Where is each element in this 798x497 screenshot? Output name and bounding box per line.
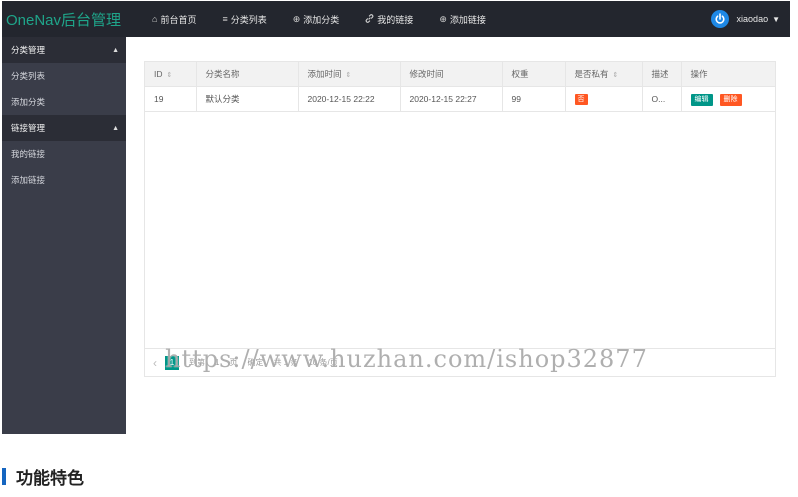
sort-icon[interactable]: ⇕ xyxy=(167,72,173,79)
sort-icon[interactable]: ⇕ xyxy=(346,72,352,79)
nav-item-category-list[interactable]: ≡ 分类列表 xyxy=(222,1,266,37)
sidebar-item-category-list[interactable]: 分类列表 xyxy=(2,63,126,89)
nav-item-add-link[interactable]: ⊕ 添加链接 xyxy=(439,1,486,37)
total-count: 共 1 条 xyxy=(273,358,299,367)
cell-desc: O... xyxy=(642,86,682,112)
delete-button[interactable]: 删除 xyxy=(719,93,742,106)
cell-id: 19 xyxy=(145,86,197,112)
power-icon xyxy=(710,10,729,28)
section-title: 功能特色 xyxy=(16,468,84,488)
column-header-private[interactable]: 是否私有 ⇕ xyxy=(565,62,643,87)
current-page[interactable]: 1 xyxy=(165,355,179,370)
nav-label: 添加链接 xyxy=(449,14,486,25)
cell-actions: 编辑 删除 xyxy=(681,86,775,112)
page-unit-label: 页 xyxy=(229,358,238,367)
link-icon xyxy=(365,13,374,25)
table-header-row: ID ⇕ 分类名称 添加时间 ⇕ 修改时间 权重 是否私有 ⇕ 描述 操作 xyxy=(145,62,775,87)
home-icon: ⌂ xyxy=(152,14,158,24)
section-heading: 功能特色 xyxy=(2,465,84,488)
sidebar-group-category[interactable]: 分类管理 ▲ xyxy=(2,37,126,63)
page-size-select[interactable]: 10 条/页 xyxy=(308,357,337,368)
page-number-input[interactable]: 1 xyxy=(215,358,219,367)
cell-modified: 2020-12-15 22:27 xyxy=(400,86,503,112)
nav-label: 我的链接 xyxy=(377,14,414,25)
cell-weight: 99 xyxy=(502,86,566,112)
nav-item-add-category[interactable]: ⊕ 添加分类 xyxy=(293,1,340,37)
sidebar-item-add-category[interactable]: 添加分类 xyxy=(2,89,126,115)
add-circle-icon: ⊕ xyxy=(292,13,301,24)
edit-button[interactable]: 编辑 xyxy=(690,93,713,106)
column-header-weight: 权重 xyxy=(502,62,566,87)
column-header-added[interactable]: 添加时间 ⇕ xyxy=(298,62,401,87)
caret-down-icon: ▼ xyxy=(772,14,780,24)
table-row: 19 默认分类 2020-12-15 22:22 2020-12-15 22:2… xyxy=(145,86,775,112)
column-header-desc: 描述 xyxy=(642,62,682,87)
column-header-name: 分类名称 xyxy=(196,62,299,87)
sidebar: 分类管理 ▲ 分类列表 添加分类 链接管理 ▲ 我的链接 添加链接 xyxy=(2,37,126,434)
sidebar-group-links[interactable]: 链接管理 ▲ xyxy=(2,115,126,141)
nav-label: 前台首页 xyxy=(160,14,197,25)
nav-item-my-links[interactable]: 我的链接 xyxy=(365,1,413,37)
sidebar-item-my-links[interactable]: 我的链接 xyxy=(2,141,126,167)
top-header: OneNav后台管理 ⌂ 前台首页 ≡ 分类列表 ⊕ 添加分类 我的链接 ⊕ 添… xyxy=(2,1,790,37)
cell-private: 否 xyxy=(565,86,643,112)
category-table: ID ⇕ 分类名称 添加时间 ⇕ 修改时间 权重 是否私有 ⇕ 描述 操作 19 默认… xyxy=(145,62,775,112)
nav-label: 添加分类 xyxy=(303,14,340,25)
nav-item-home[interactable]: ⌂ 前台首页 xyxy=(152,1,196,37)
column-header-actions: 操作 xyxy=(681,62,775,87)
sort-icon[interactable]: ⇕ xyxy=(613,72,619,79)
column-header-id[interactable]: ID ⇕ xyxy=(145,62,197,87)
list-icon: ≡ xyxy=(222,14,228,24)
prev-page-button[interactable]: ‹ xyxy=(153,356,157,370)
sidebar-group-label: 链接管理 xyxy=(11,123,46,133)
caret-up-icon: ▲ xyxy=(112,46,119,54)
pagination: ‹ 1 到第 1 页 确定 共 1 条 10 条/页 xyxy=(145,348,775,376)
sidebar-item-add-link[interactable]: 添加链接 xyxy=(2,167,126,193)
caret-up-icon: ▲ xyxy=(112,124,119,132)
add-circle-icon: ⊕ xyxy=(439,13,447,24)
category-table-panel: ID ⇕ 分类名称 添加时间 ⇕ 修改时间 权重 是否私有 ⇕ 描述 操作 19 默认… xyxy=(144,61,776,377)
section-accent-bar xyxy=(2,467,6,485)
username: xiaodao xyxy=(736,14,769,24)
cell-added: 2020-12-15 22:22 xyxy=(298,86,401,112)
user-menu[interactable]: xiaodao ▼ xyxy=(710,1,780,37)
cell-name: 默认分类 xyxy=(196,86,299,112)
private-badge: 否 xyxy=(574,94,588,105)
sidebar-group-label: 分类管理 xyxy=(11,45,46,55)
goto-label: 到第 xyxy=(189,358,205,367)
app-logo[interactable]: OneNav后台管理 xyxy=(6,9,121,30)
nav-label: 分类列表 xyxy=(230,14,267,25)
confirm-button[interactable]: 确定 xyxy=(247,357,263,368)
column-header-modified: 修改时间 xyxy=(400,62,503,87)
top-nav: ⌂ 前台首页 ≡ 分类列表 ⊕ 添加分类 我的链接 ⊕ 添加链接 xyxy=(152,1,512,37)
